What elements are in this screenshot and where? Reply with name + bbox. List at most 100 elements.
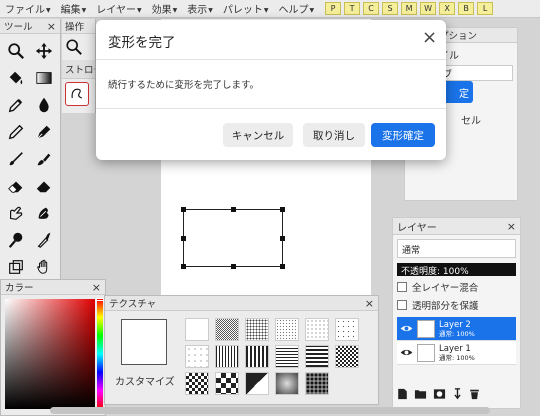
menu-layer[interactable]: レイヤー▼ <box>91 1 146 16</box>
texture-swatch[interactable] <box>275 318 299 341</box>
eye-icon[interactable] <box>400 322 413 335</box>
protect-alpha-checkbox[interactable] <box>397 300 407 310</box>
folder-icon[interactable] <box>414 388 427 400</box>
texture-panel-close-icon[interactable]: × <box>365 297 374 310</box>
airbrush-tool[interactable] <box>30 145 58 172</box>
transform-handle-bl[interactable] <box>181 264 186 269</box>
texture-swatch[interactable] <box>185 345 209 368</box>
menu-view[interactable]: 表示▼ <box>182 1 218 16</box>
texture-preview[interactable] <box>121 319 167 365</box>
texture-customize-label[interactable]: カスタマイズ <box>115 373 175 388</box>
tools-panel-close-icon[interactable]: × <box>47 20 56 33</box>
hue-slider[interactable] <box>97 299 103 409</box>
blend-mode-select[interactable]: 通常 <box>397 239 516 258</box>
protect-alpha-option[interactable]: 透明部分を保護 <box>397 298 516 312</box>
texture-swatch[interactable] <box>335 345 359 368</box>
search-icon[interactable] <box>65 38 83 56</box>
dialog-close-icon[interactable]: × <box>422 29 437 47</box>
brush-tool[interactable] <box>2 145 30 172</box>
menu-file[interactable]: ファイル▼ <box>0 1 56 16</box>
pen-tool[interactable] <box>30 118 58 145</box>
color-panel-close-icon[interactable]: × <box>92 281 101 294</box>
eyedropper-tool[interactable] <box>2 91 30 118</box>
dodge-tool[interactable] <box>2 226 30 253</box>
transform-bounding-box[interactable] <box>181 207 285 269</box>
transform-handle-tm[interactable] <box>231 207 236 212</box>
menu-help[interactable]: ヘルプ▼ <box>273 1 319 16</box>
layer-row-layer-2[interactable]: Layer 2 通常: 100% <box>397 317 516 341</box>
undo-button[interactable]: 取り消し <box>303 123 365 147</box>
transform-handle-tr[interactable] <box>280 207 285 212</box>
layer-row-layer-1[interactable]: Layer 1 通常: 100% <box>397 341 516 365</box>
layers-panel-close-icon[interactable]: × <box>507 220 516 233</box>
transform-handle-bm[interactable] <box>231 264 236 269</box>
menu-edit[interactable]: 編集▼ <box>56 1 92 16</box>
text-tool[interactable] <box>2 253 30 280</box>
texture-swatch[interactable] <box>245 372 269 395</box>
texture-swatch[interactable] <box>215 372 239 395</box>
move-tool[interactable] <box>30 37 58 64</box>
eraser-tool[interactable] <box>2 172 30 199</box>
dialog-message: 続行するために変形を完了します。 <box>108 80 260 91</box>
quick-s-button[interactable]: S <box>382 2 399 15</box>
transform-handle-mr[interactable] <box>280 236 285 241</box>
merge-all-label: 全レイヤー混合 <box>412 283 479 294</box>
texture-swatch[interactable] <box>275 372 299 395</box>
freehand-stroke-button[interactable] <box>65 82 89 106</box>
quick-b-button[interactable]: B <box>458 2 475 15</box>
options-cancel-button[interactable]: セル <box>441 109 481 129</box>
texture-swatch[interactable] <box>215 318 239 341</box>
layers-panel-title: レイヤー <box>397 222 437 234</box>
texture-swatch[interactable] <box>275 345 299 368</box>
layer-name: Layer 2 <box>439 319 471 330</box>
fill-tool[interactable] <box>2 64 30 91</box>
smudge-tool[interactable] <box>2 199 30 226</box>
menu-effect[interactable]: 効果▼ <box>147 1 183 16</box>
pen-nib-icon <box>37 125 51 139</box>
transform-handle-ml[interactable] <box>181 236 186 241</box>
merge-all-option[interactable]: 全レイヤー混合 <box>397 280 516 294</box>
blur-tool[interactable] <box>30 91 58 118</box>
quick-c-button[interactable]: C <box>363 2 380 15</box>
eye-icon[interactable] <box>400 346 413 359</box>
texture-swatch[interactable] <box>215 345 239 368</box>
opacity-slider[interactable]: 不透明度: 100% <box>397 263 516 277</box>
zoom-tool[interactable] <box>2 37 30 64</box>
texture-swatch[interactable] <box>305 318 329 341</box>
saturation-value-picker[interactable] <box>5 299 95 409</box>
texture-swatch[interactable] <box>305 345 329 368</box>
texture-swatch[interactable] <box>335 318 359 341</box>
burn-tool[interactable] <box>30 226 58 253</box>
hand-tool[interactable] <box>30 253 58 280</box>
texture-swatch[interactable] <box>245 318 269 341</box>
horizontal-scrollbar[interactable] <box>50 407 490 414</box>
confirm-transform-button[interactable]: 変形確定 <box>371 123 435 147</box>
texture-swatch[interactable] <box>185 318 209 341</box>
new-layer-icon[interactable] <box>397 388 408 400</box>
transform-handle-br[interactable] <box>280 264 285 269</box>
lollipop-icon <box>8 232 23 248</box>
texture-swatch[interactable] <box>245 345 269 368</box>
quick-w-button[interactable]: W <box>420 2 437 15</box>
soft-eraser-tool[interactable] <box>30 172 58 199</box>
paint-bucket-icon <box>9 71 23 84</box>
menu-palette[interactable]: パレット▼ <box>218 1 274 16</box>
dialog-title: 変形を完了 <box>108 35 176 51</box>
quick-l-button[interactable]: L <box>477 2 494 15</box>
quick-p-button[interactable]: P <box>325 2 342 15</box>
cancel-button[interactable]: キャンセル <box>223 123 293 147</box>
texture-swatch[interactable] <box>185 372 209 395</box>
quick-m-button[interactable]: M <box>401 2 418 15</box>
gradient-tool[interactable] <box>30 64 58 91</box>
mask-icon[interactable] <box>433 388 446 400</box>
quick-t-button[interactable]: T <box>344 2 361 15</box>
stamp-tool[interactable] <box>30 199 58 226</box>
options-input[interactable]: ブ <box>439 65 513 81</box>
trash-icon[interactable] <box>469 388 480 400</box>
merge-down-icon[interactable] <box>452 388 463 400</box>
quick-x-button[interactable]: X <box>439 2 456 15</box>
pencil-tool[interactable] <box>2 118 30 145</box>
transform-handle-tl[interactable] <box>181 207 186 212</box>
merge-all-checkbox[interactable] <box>397 282 407 292</box>
texture-swatch[interactable] <box>305 372 329 395</box>
